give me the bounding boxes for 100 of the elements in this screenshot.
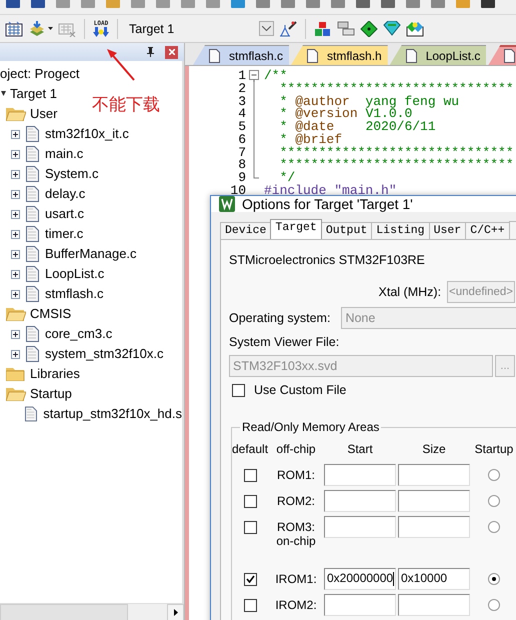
caret-icon[interactable] <box>48 27 53 30</box>
grid-icon[interactable] <box>5 20 23 36</box>
checkbox[interactable] <box>244 494 256 508</box>
line-number: 1 <box>237 68 246 83</box>
size-field[interactable] <box>398 490 470 512</box>
dialog-tab[interactable]: C/C++ <box>465 222 510 239</box>
folder-item[interactable]: Libraries <box>30 366 80 382</box>
expand-icon[interactable] <box>11 270 20 278</box>
pin-icon[interactable] <box>147 47 154 57</box>
expand-icon[interactable] <box>11 350 20 358</box>
expand-icon[interactable] <box>11 190 20 198</box>
file-tab[interactable] <box>488 45 516 65</box>
file-icon <box>26 146 39 162</box>
radio-button[interactable] <box>488 599 500 611</box>
expand-icon[interactable] <box>11 230 20 238</box>
size-field[interactable]: 0x10000 <box>398 568 470 590</box>
file-item[interactable]: system_stm32f10x.c <box>45 346 164 362</box>
tree-item[interactable]: Target 1 <box>10 86 57 102</box>
file-item[interactable]: startup_stm32f10x_hd.s <box>43 406 182 422</box>
line-number: 2 <box>237 80 246 96</box>
checkbox[interactable] <box>244 520 256 534</box>
start-field[interactable] <box>324 490 396 512</box>
column-header: Start <box>346 442 374 456</box>
checkbox[interactable] <box>244 572 256 586</box>
radio-button[interactable] <box>488 573 500 585</box>
file-item[interactable]: LoopList.c <box>45 266 104 282</box>
expand-icon[interactable] <box>11 130 20 138</box>
expand-icon[interactable] <box>11 250 20 258</box>
file-item[interactable]: usart.c <box>45 206 84 222</box>
radio-button[interactable] <box>488 521 500 533</box>
file-item[interactable]: main.c <box>45 146 84 162</box>
arrow-icon[interactable] <box>174 609 178 616</box>
file-item[interactable]: core_cm3.c <box>45 326 112 342</box>
radio-button[interactable] <box>488 495 500 507</box>
project-title: oject: Progect <box>0 66 80 82</box>
code-line: #include "main.h" <box>264 184 397 198</box>
field-label: System Viewer File: <box>229 335 340 349</box>
folder-item[interactable]: CMSIS <box>30 306 72 322</box>
dropdown-button[interactable] <box>259 21 274 36</box>
caret-icon[interactable] <box>262 26 271 31</box>
expand-icon[interactable] <box>11 290 20 298</box>
dialog-tab[interactable]: Listing <box>371 222 430 239</box>
diamond-icon[interactable] <box>360 20 378 36</box>
close-button[interactable] <box>165 46 178 58</box>
file-item[interactable]: delay.c <box>45 186 86 202</box>
funnel-icon[interactable] <box>383 20 401 36</box>
line-number: 7 <box>237 144 246 160</box>
diamond-grid-icon[interactable] <box>406 20 424 36</box>
expand-icon[interactable] <box>11 330 20 338</box>
radio-button[interactable] <box>488 469 500 481</box>
file-item[interactable]: System.c <box>45 166 98 182</box>
close-icon[interactable] <box>168 49 174 55</box>
file-tab[interactable]: LoopList.c <box>390 45 486 65</box>
target-dropdown[interactable]: Target 1 <box>126 20 258 38</box>
start-field[interactable]: 0x20000000 <box>324 568 396 590</box>
toolbar-icon[interactable] <box>5 0 21 9</box>
folder-item[interactable]: User <box>30 106 58 122</box>
toolbar-icon[interactable] <box>380 0 396 9</box>
folder-item[interactable]: Startup <box>30 386 72 402</box>
expand-icon[interactable] <box>11 170 20 178</box>
wand-icon[interactable] <box>279 20 297 36</box>
file-item[interactable]: timer.c <box>45 226 84 242</box>
annotation-text: 不能下载 <box>92 95 160 115</box>
toolbar-icon[interactable] <box>355 0 371 9</box>
file-item[interactable]: BufferManage.c <box>45 246 137 262</box>
size-field[interactable] <box>398 464 470 486</box>
size-field[interactable] <box>398 516 470 538</box>
dialog-tab[interactable]: Output <box>320 222 372 239</box>
scrollbar-thumb[interactable] <box>0 604 128 620</box>
file-item[interactable]: stm32f10x_it.c <box>45 126 129 142</box>
file-icon <box>26 286 39 302</box>
dialog-tab[interactable]: Device <box>220 222 272 239</box>
start-field[interactable] <box>324 464 396 486</box>
dialog-title: Options for Target 'Target 1' <box>242 196 413 212</box>
start-field[interactable] <box>324 516 396 538</box>
dialog-tab[interactable]: User <box>428 222 466 239</box>
layers-icon[interactable] <box>28 20 46 36</box>
blocks-icon[interactable] <box>314 20 332 36</box>
file-icon <box>26 206 39 222</box>
start-field[interactable] <box>324 594 396 616</box>
size-field[interactable] <box>398 594 470 616</box>
file-tab[interactable]: stmflash.c <box>193 45 290 65</box>
line-number: 5 <box>237 119 246 134</box>
scroll-right-button[interactable] <box>167 604 184 620</box>
dialog-tab[interactable]: Target <box>270 219 322 239</box>
checkbox[interactable] <box>244 598 256 612</box>
checkbox[interactable] <box>244 468 256 482</box>
file-icon <box>307 48 318 62</box>
file-item[interactable]: stmflash.c <box>45 286 104 302</box>
code-line: ****************************** <box>278 158 514 172</box>
toolbar-icon[interactable] <box>480 0 496 9</box>
checkbox[interactable] <box>232 384 245 396</box>
fold-toggle-icon[interactable] <box>249 68 260 82</box>
section-label: on-chip <box>275 534 317 548</box>
file-tab[interactable]: stmflash.h <box>291 45 388 65</box>
toolbar-icon[interactable] <box>30 0 46 9</box>
windows-icon[interactable] <box>337 20 355 36</box>
expand-icon[interactable] <box>11 210 20 218</box>
expand-icon[interactable] <box>11 150 20 158</box>
expand-arrow-icon[interactable] <box>1 91 6 97</box>
